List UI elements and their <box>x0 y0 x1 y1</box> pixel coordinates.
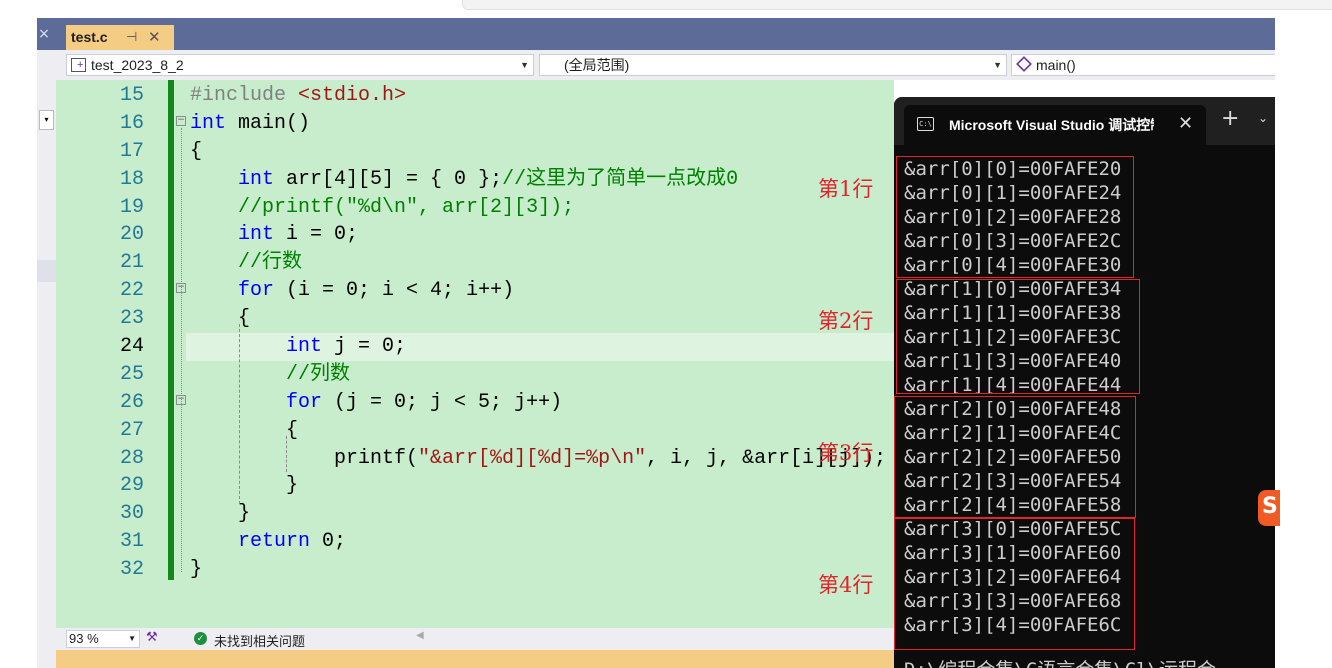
scroll-left-icon[interactable]: ◀ <box>416 630 424 641</box>
line-number-current: 24 <box>119 335 144 359</box>
row-group-box <box>896 156 1134 278</box>
code-line-27: { <box>190 418 299 442</box>
console-title: Microsoft Visual Studio 调试控制台 <box>949 117 1154 133</box>
c-file-icon <box>71 55 86 75</box>
scope-dropdown[interactable]: (全局范围) ▼ <box>539 54 1007 76</box>
code-line-22: for (i = 0; i < 4; i++) <box>238 279 515 303</box>
code-line-17: { <box>190 139 203 163</box>
row-group-box <box>894 396 1136 518</box>
left-dropdown[interactable]: ▾ <box>39 110 54 130</box>
line-number-gutter: 15 16 17 18 19 20 21 22 23 24 25 26 27 2… <box>86 82 144 584</box>
left-selected-row <box>37 260 56 282</box>
line-number: 31 <box>119 530 144 554</box>
line-number: 23 <box>119 307 144 331</box>
line-number: 28 <box>119 446 144 470</box>
code-cleanup-icon[interactable]: ⚒ <box>146 629 158 645</box>
right-margin <box>1275 18 1332 668</box>
line-number: 15 <box>119 84 144 107</box>
left-tab-close-icon[interactable]: × <box>37 26 51 42</box>
code-line-18: int arr[4][5] = { 0 };//这里为了简单一点改成0 <box>238 167 739 191</box>
indent-guide <box>286 436 287 472</box>
console-path-line: D:\编程合集\C语言合集\Cl\运程合 <box>904 655 1216 668</box>
zoom-value: 93 % <box>69 631 99 646</box>
chevron-down-icon[interactable]: ⌄ <box>1258 111 1268 125</box>
line-number: 30 <box>119 502 144 526</box>
indent-guide <box>239 324 240 504</box>
code-line-16: int main() <box>190 111 311 135</box>
row-annotation: 第3行 <box>818 441 874 465</box>
floating-toolbar-edge <box>462 0 1332 10</box>
code-text[interactable]: #include <stdio.h> int main() { int arr[… <box>186 82 894 584</box>
line-number: 21 <box>119 251 144 275</box>
line-number: 16 <box>119 111 144 135</box>
line-number: 26 <box>119 390 144 414</box>
code-line-31: return 0; <box>238 530 347 554</box>
close-icon[interactable]: ✕ <box>1178 113 1193 134</box>
console-title-bar: C:\ Microsoft Visual Studio 调试控制台 ✕ + ⌄ <box>894 97 1275 145</box>
line-number: 18 <box>119 167 144 191</box>
navigation-bar: test_2023_8_2 ▼ (全局范围) ▼ main() <box>56 50 1281 80</box>
tab-test-c[interactable]: test.c ⊣ ✕ <box>66 25 174 50</box>
line-number: 29 <box>119 474 144 498</box>
code-line-25: //列数 <box>286 362 351 386</box>
row-annotation: 第2行 <box>818 309 874 333</box>
change-tracking-bar <box>168 80 174 580</box>
pin-icon[interactable]: ⊣ <box>126 25 137 50</box>
code-line-20: int i = 0; <box>238 223 359 247</box>
left-pane: × ▾ <box>37 18 56 668</box>
code-line-23: { <box>190 307 251 331</box>
line-number: 19 <box>119 195 144 219</box>
document-tab-bar: test.c ⊣ ✕ <box>56 18 1275 50</box>
code-line-24-current: int j = 0; <box>186 333 894 361</box>
editor-status-bar: 93 % ▼ ⚒ ✓ 未找到相关问题 ◀ <box>56 628 894 650</box>
line-number: 32 <box>119 558 144 582</box>
code-line-15: #include <stdio.h> <box>190 84 407 107</box>
line-number: 22 <box>119 279 144 303</box>
close-icon[interactable]: ✕ <box>148 25 161 50</box>
code-line-29: } <box>190 474 299 498</box>
issues-status[interactable]: 未找到相关问题 <box>214 631 305 650</box>
console-tab[interactable]: C:\ Microsoft Visual Studio 调试控制台 ✕ <box>904 105 1206 145</box>
check-icon: ✓ <box>194 632 207 645</box>
left-tab[interactable]: × <box>37 18 56 50</box>
code-line-19: //printf("%d\n", arr[2][3]); <box>238 195 575 219</box>
row-annotation: 第4行 <box>818 573 874 597</box>
function-label: main() <box>1036 57 1076 73</box>
collapse-icon[interactable]: − <box>176 116 186 126</box>
new-tab-icon[interactable]: + <box>1221 108 1239 130</box>
row-annotation: 第1行 <box>818 177 874 201</box>
terminal-icon: C:\ <box>917 117 934 131</box>
output-panel-header <box>56 650 894 668</box>
project-name: test_2023_8_2 <box>91 57 184 73</box>
line-number: 27 <box>119 418 144 442</box>
chevron-down-icon: ▼ <box>128 634 136 643</box>
sidebar-logo-icon[interactable] <box>1258 490 1280 526</box>
row-group-box <box>894 518 1135 650</box>
code-editor[interactable]: 15 16 17 18 19 20 21 22 23 24 25 26 27 2… <box>56 80 894 628</box>
code-line-30: } <box>190 502 251 526</box>
project-dropdown[interactable]: test_2023_8_2 ▼ <box>66 54 534 76</box>
code-line-26: for (j = 0; j < 5; j++) <box>286 390 563 414</box>
function-dropdown[interactable]: main() <box>1011 54 1281 76</box>
function-cube-icon <box>1016 56 1032 72</box>
code-line-32: } <box>190 558 203 582</box>
chevron-down-icon: ▼ <box>520 60 529 70</box>
fold-line <box>181 128 182 572</box>
code-line-28: printf("&arr[%d][%d]=%p\n", i, j, &arr[i… <box>190 446 887 470</box>
line-number: 25 <box>119 362 144 386</box>
zoom-dropdown[interactable]: 93 % ▼ <box>66 630 140 648</box>
line-number: 20 <box>119 223 144 247</box>
line-number: 17 <box>119 139 144 163</box>
row-group-box <box>896 279 1140 394</box>
tab-label: test.c <box>71 29 108 45</box>
chevron-down-icon: ▼ <box>993 60 1002 70</box>
code-line-21: //行数 <box>238 251 303 275</box>
scope-label: (全局范围) <box>564 57 630 73</box>
